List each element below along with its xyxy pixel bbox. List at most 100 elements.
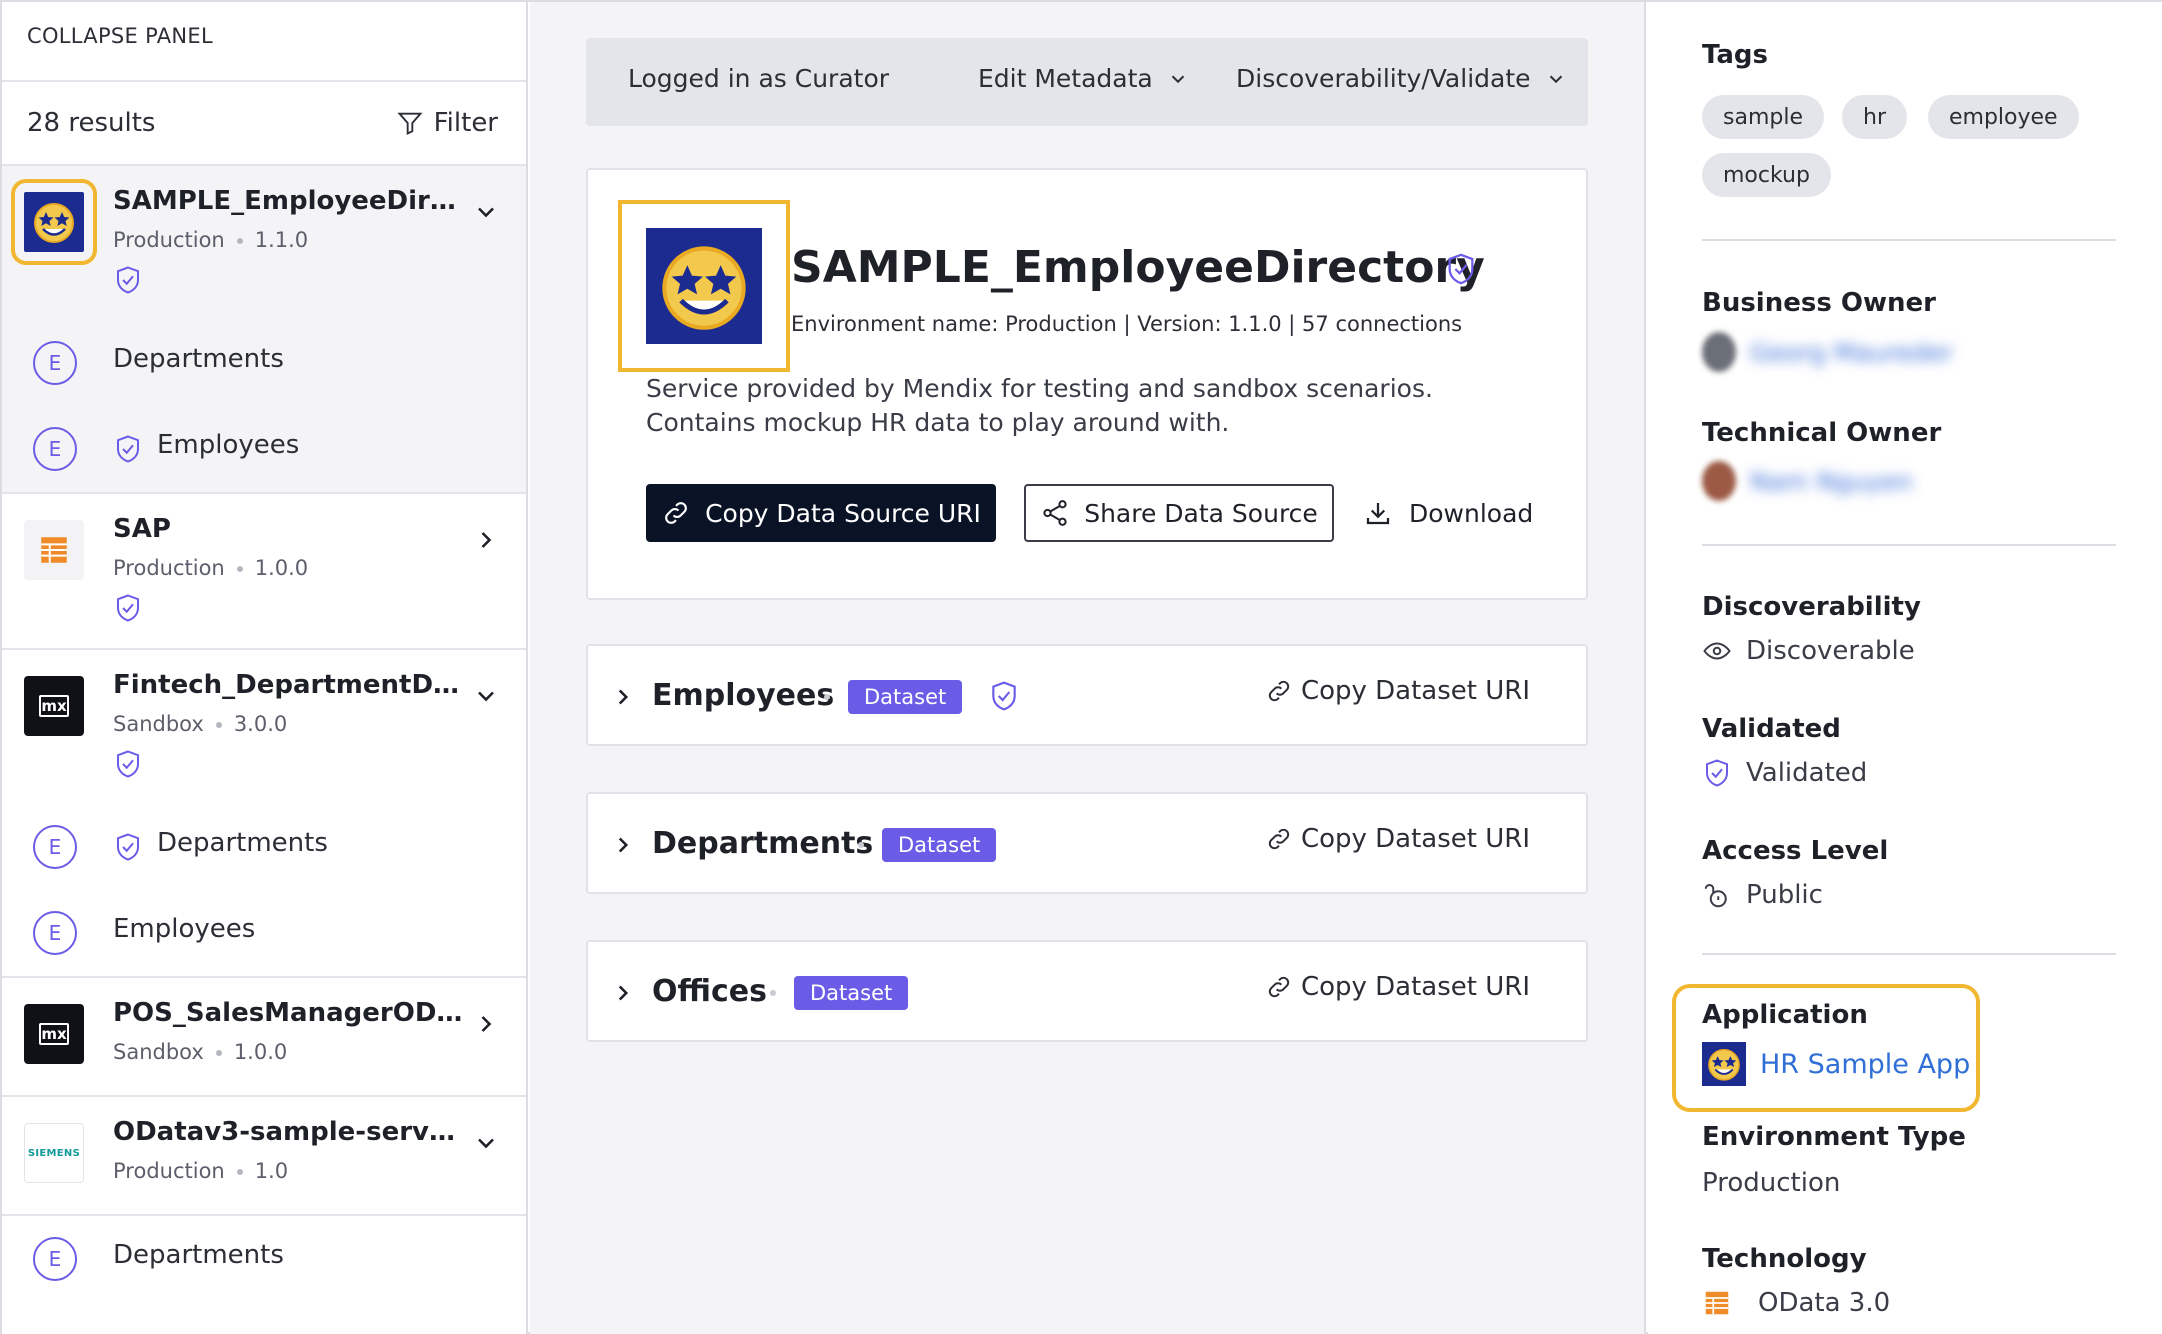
avatar (1702, 461, 1736, 501)
datasource-name[interactable]: POS_SalesManagerOData_... (113, 998, 463, 1028)
technology-value: OData 3.0 (1702, 1288, 1890, 1318)
tag-chip[interactable]: mockup (1702, 153, 1831, 197)
datasource-name[interactable]: SAMPLE_EmployeeDirectory (113, 186, 463, 216)
chevron-down-icon (1171, 75, 1184, 83)
validated-shield-icon (117, 750, 139, 778)
mx-logo-icon: mx (24, 1004, 84, 1064)
siemens-logo-icon: SIEMENS (24, 1123, 84, 1183)
copy-dataset-uri-button[interactable]: Copy Dataset URI (1265, 676, 1530, 706)
datasource-name[interactable]: SAP (113, 514, 171, 544)
dataset-name: Employees (652, 678, 835, 713)
list-item[interactable]: mx Fintech_DepartmentData Sandbox 3.0.0 E… (2, 650, 526, 978)
entity-label: Employees (113, 914, 256, 944)
technical-owner[interactable]: Nam Nguyen (1702, 461, 1913, 501)
datasource-name[interactable]: Fintech_DepartmentData (113, 670, 463, 700)
collapse-panel-button[interactable]: COLLAPSE PANEL (2, 2, 526, 82)
entity-item[interactable]: E Departments (2, 1214, 526, 1300)
entity-item[interactable]: E Departments (2, 320, 526, 406)
datasource-meta: Production 1.0 (113, 1159, 289, 1183)
datasource-name[interactable]: ODatav3-sample-service (113, 1117, 463, 1147)
dataset-row[interactable]: Departments Dataset Copy Dataset URI (586, 792, 1588, 894)
odata-table-icon (1705, 1291, 1729, 1315)
divider (1702, 953, 2116, 955)
access-level-value: Public (1702, 880, 1823, 910)
application-heading: Application (1702, 1000, 1868, 1030)
chevron-right-icon[interactable] (472, 1010, 500, 1038)
validated-shield-icon (117, 435, 139, 463)
application-link[interactable]: HR Sample App (1702, 1042, 1970, 1086)
eye-icon (1703, 642, 1731, 660)
copy-dataset-uri-button[interactable]: Copy Dataset URI (1265, 972, 1530, 1002)
main-content: Logged in as Curator Edit Metadata Disco… (530, 2, 1646, 1334)
copy-data-source-uri-button[interactable]: Copy Data Source URI (646, 484, 996, 542)
validated-shield-icon (1706, 759, 1728, 787)
tag-chip[interactable]: employee (1928, 95, 2079, 139)
chevron-down-icon[interactable] (472, 682, 500, 710)
chevron-down-icon[interactable] (472, 198, 500, 226)
list-item[interactable]: SAMPLE_EmployeeDirectory Production1.1.0… (2, 166, 526, 494)
dataset-row[interactable]: Offices Dataset Copy Dataset URI (586, 940, 1588, 1042)
validated-shield-icon (992, 681, 1016, 711)
filter-label: Filter (433, 108, 498, 138)
download-button[interactable]: Download (1363, 484, 1533, 542)
avatar (1702, 332, 1736, 372)
link-icon (665, 502, 687, 524)
chevron-right-icon[interactable] (610, 684, 636, 710)
share-icon (1043, 500, 1067, 526)
chevron-down-icon[interactable] (472, 1129, 500, 1157)
list-item[interactable]: mx POS_SalesManagerOData_... Sandbox1.0.… (2, 978, 526, 1097)
dataset-badge: Dataset (794, 976, 909, 1010)
divider (1702, 544, 2116, 546)
datasource-detail-card: SAMPLE_EmployeeDirectory Environment nam… (586, 168, 1588, 600)
business-owner[interactable]: Georg Maureder (1702, 332, 1953, 372)
entity-item[interactable]: E Employees (2, 406, 526, 492)
filter-icon (397, 112, 423, 136)
copy-dataset-uri-button[interactable]: Copy Dataset URI (1265, 824, 1530, 854)
dataset-row[interactable]: Employees Dataset Copy Dataset URI (586, 644, 1588, 746)
sap-table-icon (24, 520, 84, 580)
validated-shield-icon (1448, 253, 1474, 285)
tag-chip[interactable]: sample (1702, 95, 1824, 139)
discoverability-dropdown[interactable]: Discoverability/Validate (1236, 64, 1567, 93)
datasource-meta: Production 1.0.0 (113, 556, 309, 580)
chevron-down-icon (1549, 75, 1562, 83)
chevron-right-icon[interactable] (472, 526, 500, 554)
environment-info: Environment name: Production | Version: … (791, 312, 1463, 336)
separator-dot (824, 694, 830, 700)
validated-shield-icon (117, 594, 139, 622)
divider (1702, 239, 2116, 241)
entity-item[interactable]: E Departments (2, 804, 526, 890)
entity-item[interactable]: E Employees (2, 890, 526, 976)
entity-label: Departments (113, 344, 284, 374)
entity-label: Departments (157, 828, 328, 858)
star-eyes-logo-icon (1702, 1042, 1746, 1086)
list-item[interactable]: SAP Production 1.0.0 (2, 494, 526, 650)
filter-button[interactable]: Filter (396, 108, 498, 138)
link-icon (1268, 828, 1290, 850)
tag-chip[interactable]: hr (1842, 95, 1907, 139)
separator-dot (858, 842, 864, 848)
separator-dot (770, 990, 776, 996)
download-icon (1366, 503, 1390, 525)
entity-label: Departments (113, 1240, 284, 1270)
datasource-meta: Production 1.1.0 (113, 228, 309, 252)
datasource-meta: Sandbox 1.0.0 (113, 1040, 288, 1064)
share-data-source-button[interactable]: Share Data Source (1024, 484, 1334, 542)
application-name[interactable]: HR Sample App (1760, 1049, 1970, 1080)
curator-toolbar: Logged in as Curator Edit Metadata Disco… (586, 38, 1588, 126)
chevron-right-icon[interactable] (610, 980, 636, 1006)
star-eyes-logo-icon (618, 200, 790, 372)
page-title: SAMPLE_EmployeeDirectory (791, 242, 1485, 293)
dataset-name: Offices (652, 974, 767, 1009)
validated-heading: Validated (1702, 714, 1841, 744)
metadata-panel: Tags sample hr employee mockup Business … (1648, 2, 2162, 1334)
technology-heading: Technology (1702, 1244, 1867, 1274)
list-item[interactable]: SIEMENS ODatav3-sample-service Productio… (2, 1097, 526, 1300)
chevron-right-icon[interactable] (610, 832, 636, 858)
discoverability-value: Discoverable (1702, 636, 1915, 666)
edit-metadata-dropdown[interactable]: Edit Metadata (978, 64, 1189, 93)
entity-label: Employees (157, 430, 300, 460)
datasource-meta: Sandbox 3.0.0 (113, 712, 288, 736)
results-header: 28 results Filter (2, 82, 526, 166)
link-icon (1268, 976, 1290, 998)
